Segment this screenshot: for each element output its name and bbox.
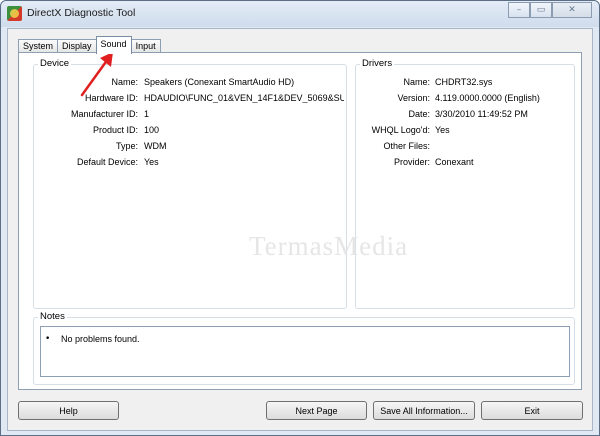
minimize-button[interactable]: – [508,2,530,18]
driver-row-date: Date: 3/30/2010 11:49:52 PM [356,109,574,121]
window-controls: – ▭ ✕ [508,2,592,18]
title-bar[interactable]: DirectX Diagnostic Tool – ▭ ✕ [1,1,599,27]
other-files-label: Other Files: [383,141,430,151]
device-name-value: Speakers (Conexant SmartAudio HD) [144,77,295,87]
device-row-default-device: Default Device: Yes [34,157,346,169]
driver-date-value: 3/30/2010 11:49:52 PM [435,109,528,119]
hardware-id-value: HDAUDIO\FUNC_01&VEN_14F1&DEV_5069&SUBSY [144,93,344,103]
driver-row-name: Name: CHDRT32.sys [356,77,574,89]
type-label: Type: [115,141,138,151]
directx-app-icon [7,6,22,21]
device-row-manufacturer-id: Manufacturer ID: 1 [34,109,346,121]
notes-group-title: Notes [38,311,67,322]
maximize-button[interactable]: ▭ [530,2,552,18]
save-all-information-button[interactable]: Save All Information... [373,401,475,420]
notes-text: No problems found. [61,334,140,344]
whql-label: WHQL Logo'd: [371,125,430,135]
drivers-group-title: Drivers [360,58,395,69]
notes-group: Notes • No problems found. [33,311,575,385]
type-value: WDM [144,141,167,151]
product-id-value: 100 [144,125,160,135]
driver-version-value: 4.119.0000.0000 (English) [435,93,540,103]
next-page-button[interactable]: Next Page [266,401,367,420]
window-title: DirectX Diagnostic Tool [27,7,136,19]
device-row-product-id: Product ID: 100 [34,125,346,137]
driver-date-label: Date: [408,109,430,119]
notes-bullet-icon: • [45,334,51,344]
provider-label: Provider: [393,157,430,167]
drivers-group: Drivers Name: CHDRT32.sys Version: 4.119… [355,58,575,309]
notes-textbox[interactable]: • No problems found. [40,326,570,377]
directx-window: DirectX Diagnostic Tool – ▭ ✕ System Dis… [0,0,600,436]
whql-value: Yes [435,125,450,135]
tab-system[interactable]: System [18,39,59,53]
driver-row-provider: Provider: Conexant [356,157,574,169]
watermark-text: TermasMedia [249,231,409,261]
driver-row-other-files: Other Files: [356,141,574,153]
manufacturer-id-label: Manufacturer ID: [70,109,138,119]
tab-sound[interactable]: Sound [95,36,132,54]
driver-row-version: Version: 4.119.0000.0000 (English) [356,93,574,105]
default-device-label: Default Device: [76,157,138,167]
device-row-type: Type: WDM [34,141,346,153]
tab-input[interactable]: Input [130,39,161,53]
help-button[interactable]: Help [18,401,119,420]
close-button[interactable]: ✕ [552,2,592,18]
manufacturer-id-value: 1 [144,109,150,119]
provider-value: Conexant [435,157,474,167]
product-id-label: Product ID: [92,125,138,135]
driver-name-label: Name: [403,77,430,87]
sound-tab-panel: Device Name: Speakers (Conexant SmartAud… [18,52,582,390]
driver-row-whql: WHQL Logo'd: Yes [356,125,574,137]
driver-name-value: CHDRT32.sys [435,77,493,87]
red-arrow-annotation-icon [80,52,113,97]
default-device-value: Yes [144,157,159,167]
device-group: Device Name: Speakers (Conexant SmartAud… [33,58,347,309]
dialog-client-area: System Display Sound Input Device Name: … [7,28,593,431]
device-group-title: Device [38,58,72,69]
driver-version-label: Version: [397,93,430,103]
exit-button[interactable]: Exit [481,401,583,420]
